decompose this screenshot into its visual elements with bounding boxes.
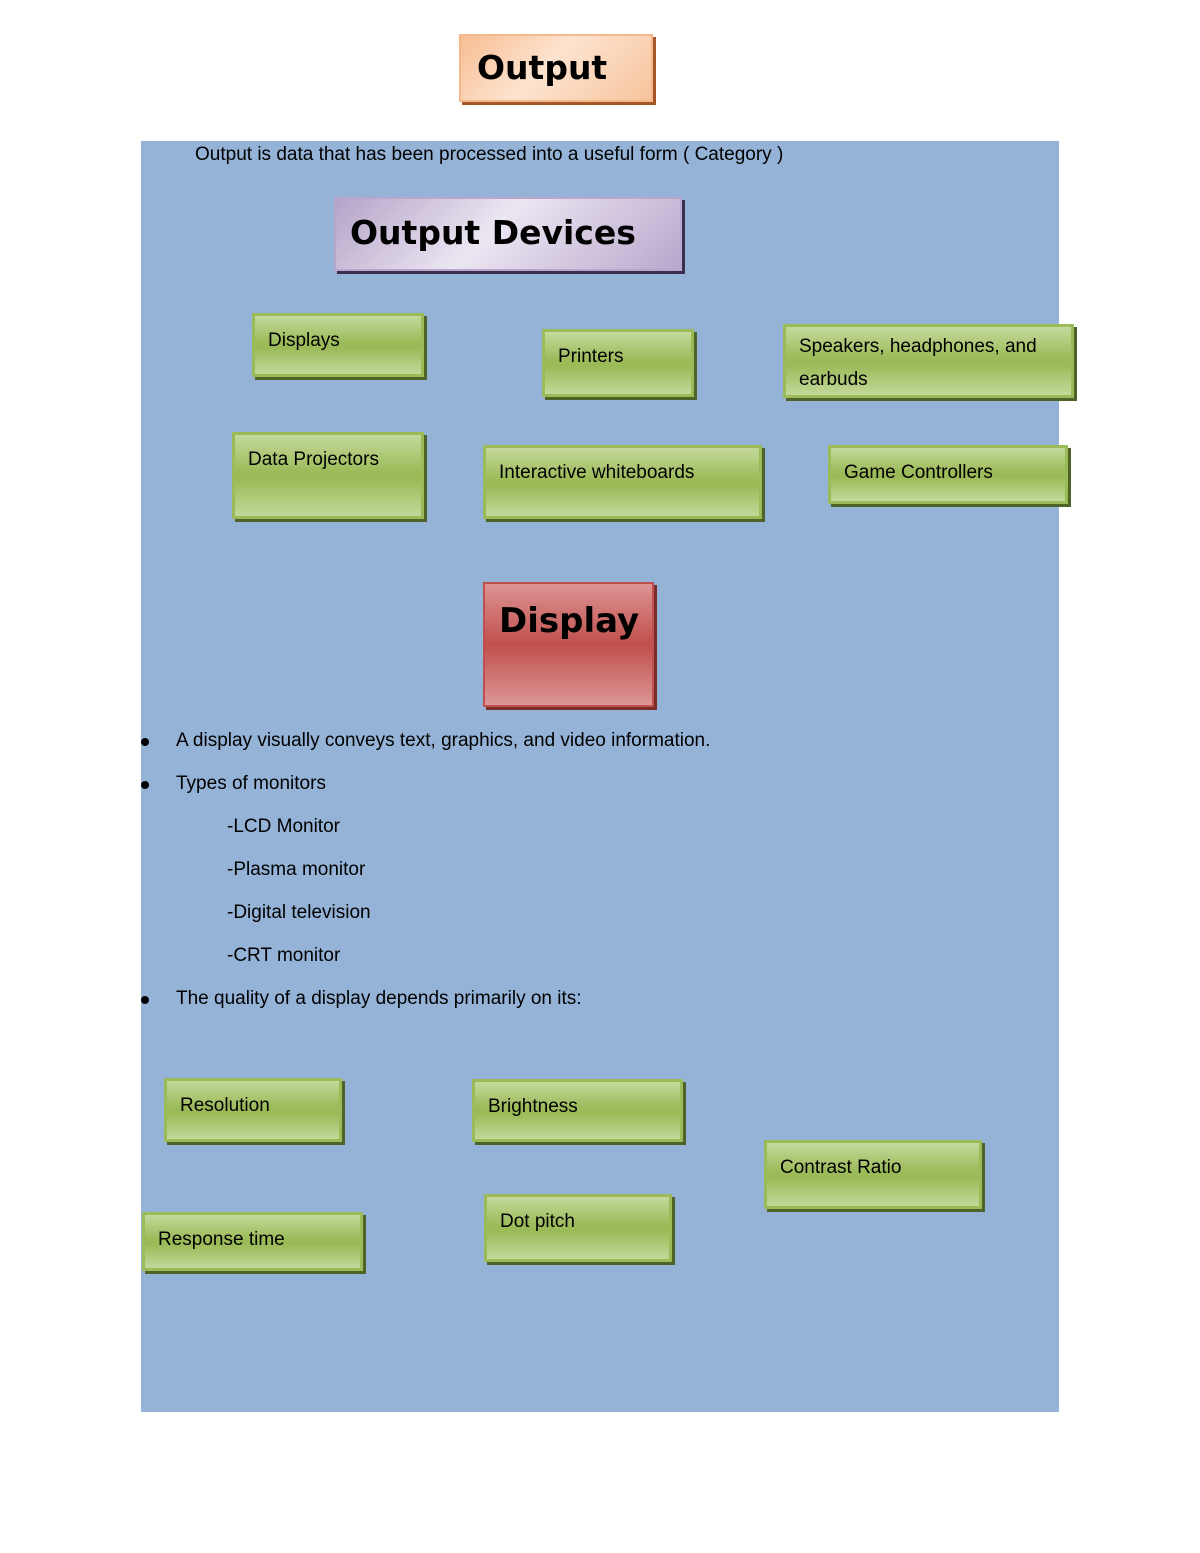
quality-box-resolution: Resolution	[164, 1078, 342, 1142]
quality-label: Contrast Ratio	[780, 1157, 902, 1178]
quality-box-response-time: Response time	[142, 1212, 363, 1271]
display-heading: Display	[499, 601, 640, 641]
device-box-game-controllers: Game Controllers	[828, 445, 1068, 504]
monitor-type: -CRT monitor	[227, 945, 341, 966]
device-box-interactive-whiteboards: Interactive whiteboards	[483, 445, 762, 519]
device-box-displays: Displays	[252, 313, 424, 377]
display-bullet: The quality of a display depends primari…	[176, 988, 582, 1009]
page-title: Output	[477, 48, 608, 87]
device-label: Speakers, headphones, and earbuds	[799, 336, 1037, 390]
device-label: Printers	[558, 346, 624, 367]
monitor-type: -Digital television	[227, 902, 371, 923]
quality-label: Response time	[158, 1229, 285, 1250]
intro-text: Output is data that has been processed i…	[195, 144, 784, 165]
device-box-data-projectors: Data Projectors	[232, 432, 424, 519]
bullet-icon	[141, 738, 149, 746]
display-bullet: A display visually conveys text, graphic…	[176, 730, 711, 751]
device-box-printers: Printers	[542, 329, 694, 397]
bullet-icon	[141, 996, 149, 1004]
display-heading-box: Display	[483, 582, 654, 707]
display-bullet: Types of monitors	[176, 773, 326, 794]
title-box: Output	[459, 34, 653, 102]
output-devices-heading-box: Output Devices	[334, 197, 682, 271]
device-box-speakers: Speakers, headphones, and earbuds	[783, 324, 1074, 398]
quality-box-dot-pitch: Dot pitch	[484, 1194, 672, 1262]
device-label: Game Controllers	[844, 462, 993, 483]
output-devices-heading: Output Devices	[350, 213, 636, 252]
monitor-type: -LCD Monitor	[227, 816, 340, 837]
quality-label: Dot pitch	[500, 1211, 575, 1232]
device-label: Interactive whiteboards	[499, 462, 695, 483]
monitor-type: -Plasma monitor	[227, 859, 366, 880]
quality-label: Brightness	[488, 1096, 578, 1117]
quality-box-contrast-ratio: Contrast Ratio	[764, 1140, 982, 1209]
quality-label: Resolution	[180, 1095, 270, 1116]
device-label: Displays	[268, 330, 340, 351]
quality-box-brightness: Brightness	[472, 1079, 683, 1142]
bullet-icon	[141, 781, 149, 789]
device-label: Data Projectors	[248, 449, 379, 470]
